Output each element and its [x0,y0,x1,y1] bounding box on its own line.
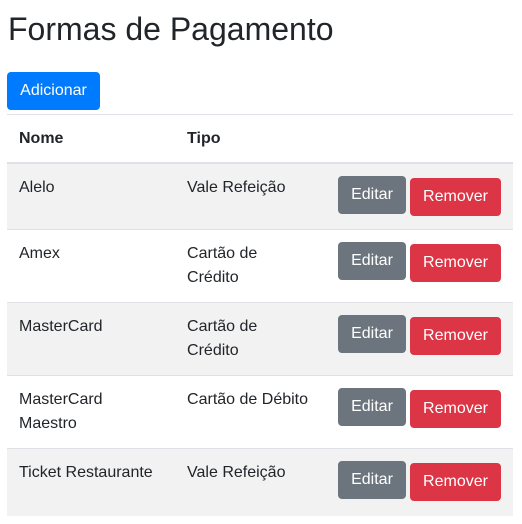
cell-tipo: Vale Refeição [175,162,325,230]
page-title: Formas de Pagamento [8,11,334,47]
cell-tipo: Cartão de Crédito [175,302,325,376]
remove-button[interactable]: Remover [410,317,501,355]
remove-button[interactable]: Remover [410,390,501,428]
table-row: Amex Cartão de Crédito Editar Remover [7,229,513,303]
cell-actions: Editar Remover [325,448,513,516]
cell-actions: Editar Remover [325,375,513,449]
edit-button[interactable]: Editar [338,388,406,426]
table-row: MasterCard Maestro Cartão de Débito Edit… [7,375,513,449]
cell-tipo: Cartão de Débito [175,375,325,449]
cell-actions: Editar Remover [325,302,513,376]
cell-nome: Alelo [7,162,176,230]
table-header-row: Nome Tipo [7,114,513,164]
add-button[interactable]: Adicionar [7,72,100,110]
cell-actions: Editar Remover [325,229,513,303]
payment-methods-table: Nome Tipo Alelo Vale Refeição Editar Remo… [7,114,513,516]
table-row: MasterCard Cartão de Crédito Editar Remov… [7,302,513,376]
cell-tipo: Vale Refeição [175,448,325,516]
cell-nome: Amex [7,229,176,303]
cell-nome: MasterCard Maestro [7,375,176,449]
column-header-nome: Nome [7,114,176,164]
cell-nome: MasterCard [7,302,176,376]
table-row: Ticket Restaurante Vale Refeição Editar R… [7,448,513,516]
edit-button[interactable]: Editar [338,242,406,280]
cell-nome: Ticket Restaurante [7,448,176,516]
remove-button[interactable]: Remover [410,463,501,501]
edit-button[interactable]: Editar [338,461,406,499]
table-row: Alelo Vale Refeição Editar Remover [7,162,513,230]
table-header: Nome Tipo [7,114,513,164]
page: Formas de Pagamento Adicionar Nome Tipo … [0,0,522,524]
table-body: Alelo Vale Refeição Editar Remover Amex C… [7,162,513,516]
cell-tipo: Cartão de Crédito [175,229,325,303]
edit-button[interactable]: Editar [338,315,406,353]
column-header-tipo: Tipo [175,114,325,164]
remove-button[interactable]: Remover [410,177,501,216]
cell-actions: Editar Remover [325,162,513,230]
remove-button[interactable]: Remover [410,244,501,282]
column-header-actions [325,114,513,164]
edit-button[interactable]: Editar [338,175,406,214]
